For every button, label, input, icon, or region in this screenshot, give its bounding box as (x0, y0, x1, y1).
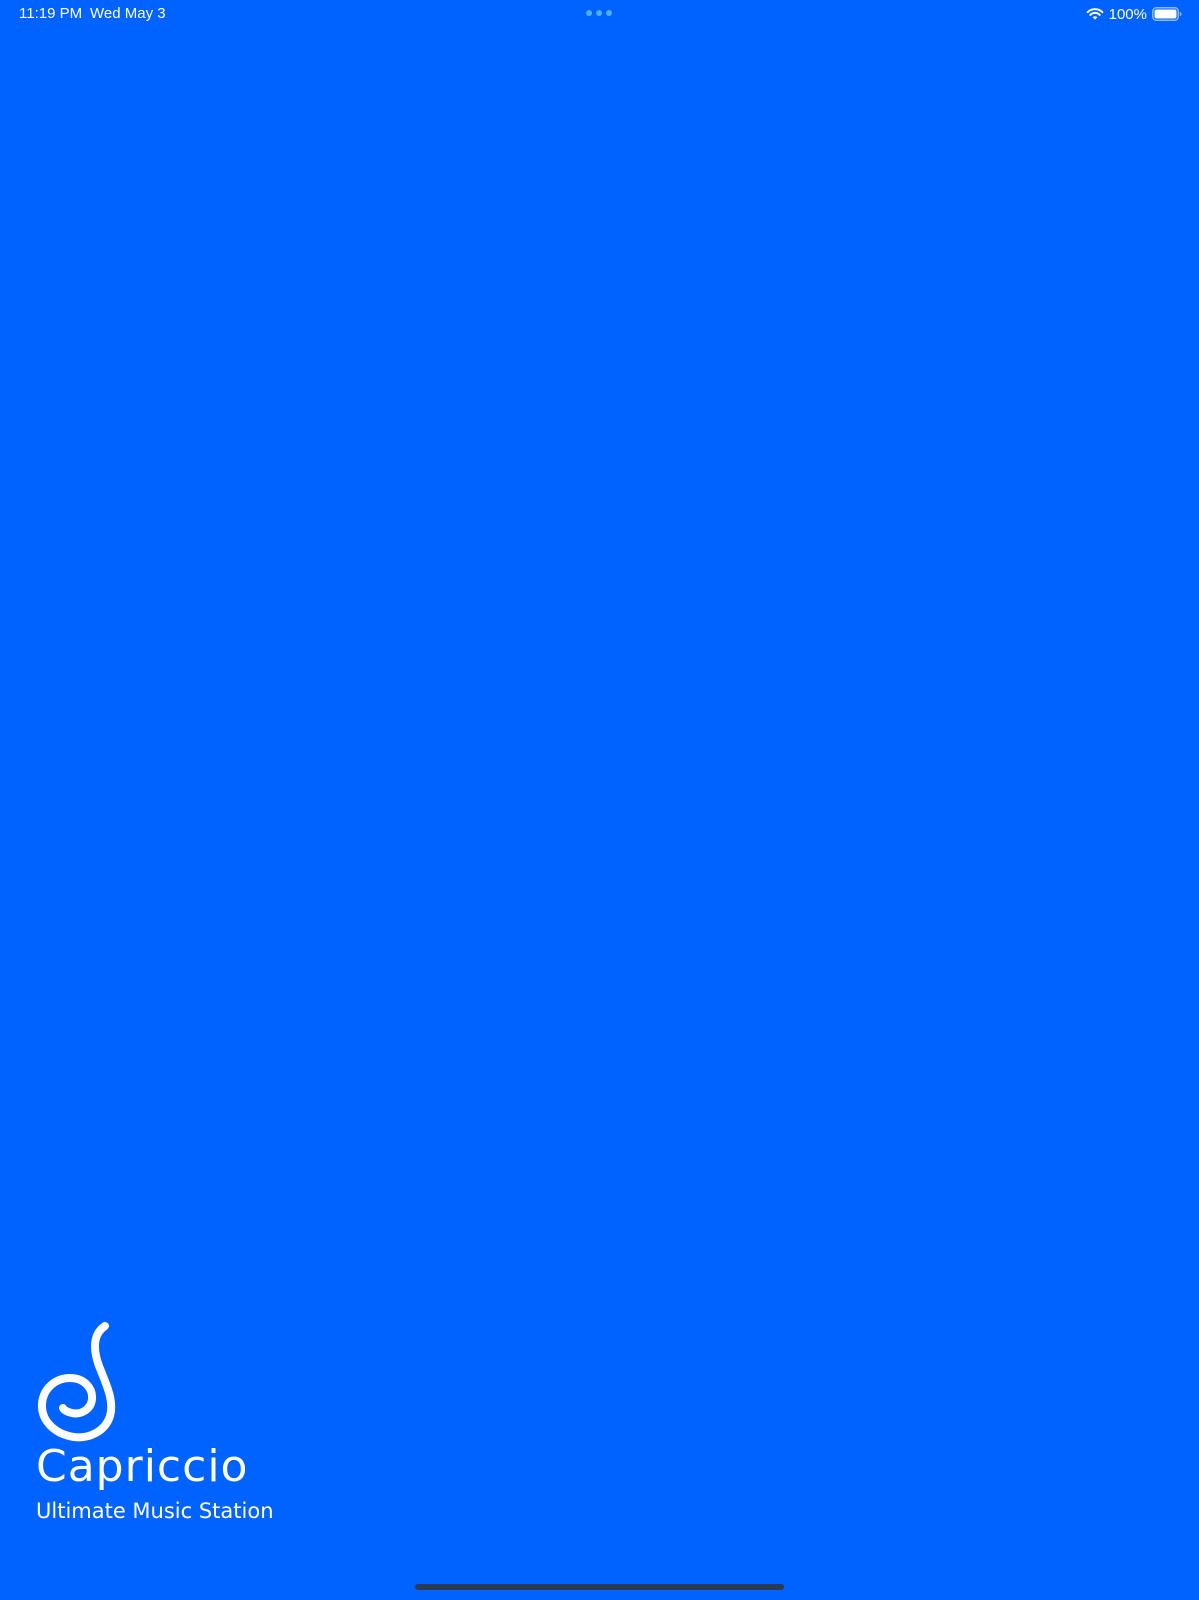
status-time: 11:19 PM (19, 5, 83, 22)
multitask-dot (586, 10, 592, 16)
app-name: Capriccio (36, 1441, 249, 1492)
multitasking-menu-icon[interactable] (586, 10, 614, 18)
status-date: Wed May 3 (90, 5, 166, 22)
app-tagline: Ultimate Music Station (36, 1499, 274, 1523)
wifi-icon (1086, 8, 1104, 20)
multitask-dot (596, 10, 602, 16)
capriccio-swirl-logo (38, 1322, 116, 1442)
home-indicator[interactable] (415, 1584, 784, 1590)
launch-branding: Capriccio Ultimate Music Station (36, 1322, 436, 1524)
battery-icon (1152, 7, 1182, 21)
status-indicators: 100% (1086, 4, 1182, 24)
battery-percentage: 100% (1108, 5, 1147, 23)
multitask-dot (606, 10, 612, 16)
status-bar: 11:19 PM Wed May 3 100% (0, 0, 1199, 28)
